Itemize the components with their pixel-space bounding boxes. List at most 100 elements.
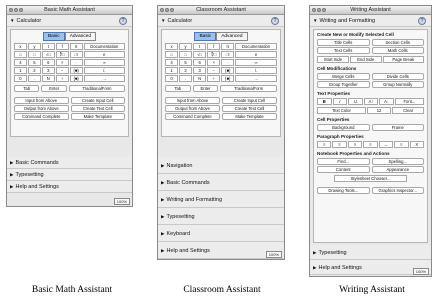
key[interactable]: ∛□ xyxy=(55,51,69,58)
key[interactable]: × xyxy=(55,59,69,66)
zoom-indicator[interactable]: 100% xyxy=(265,251,282,258)
tab-advanced[interactable]: Advanced xyxy=(216,32,248,41)
section-calculator[interactable]: ▼ Calculator ? xyxy=(158,15,284,27)
key[interactable]: − xyxy=(207,67,221,74)
spelling-button[interactable]: Spelling... xyxy=(371,158,424,165)
tab-advanced[interactable]: Advanced xyxy=(64,32,97,41)
create-input-cell-button[interactable]: Create Input Cell xyxy=(70,97,125,104)
key[interactable]: → xyxy=(235,75,277,82)
key[interactable]: 5 xyxy=(179,59,193,66)
key[interactable]: 2 xyxy=(179,67,193,74)
bold-button[interactable]: B xyxy=(317,98,332,105)
end-side-button[interactable]: End Side xyxy=(349,56,382,63)
key[interactable]: f xyxy=(207,43,221,50)
window-controls[interactable] xyxy=(9,8,23,12)
key[interactable]: 2 xyxy=(27,67,41,74)
tab-basic[interactable]: Basic xyxy=(194,32,217,41)
title-bar[interactable]: Basic Math Assistant xyxy=(7,6,132,15)
decrease-font-button[interactable]: A↓ xyxy=(379,98,394,105)
find-button[interactable]: Find... xyxy=(317,158,370,165)
command-complete-button[interactable]: Command Complete xyxy=(14,113,69,120)
key[interactable]: 4 xyxy=(14,59,27,66)
help-icon[interactable]: ? xyxy=(418,17,426,25)
documentation-button[interactable]: Documentation xyxy=(235,43,277,50)
font-size-menu[interactable]: 12 xyxy=(366,107,392,114)
appearance-menu[interactable]: Appearance xyxy=(371,166,424,173)
help-icon[interactable]: ? xyxy=(119,17,127,25)
key[interactable]: □ xyxy=(179,51,193,58)
key[interactable]: □ xyxy=(14,51,27,58)
font-button[interactable]: Font... xyxy=(394,98,424,105)
key[interactable]: . xyxy=(27,75,41,82)
key[interactable]: 0 xyxy=(165,75,179,82)
key[interactable]: /. xyxy=(83,67,125,74)
key[interactable]: 3 xyxy=(41,67,55,74)
enter-key-button[interactable]: Enter xyxy=(41,85,67,92)
traditionalform-button[interactable]: TraditionalForm xyxy=(68,85,125,92)
key[interactable]: (■) xyxy=(221,67,235,74)
spacing-button[interactable]: ↔ xyxy=(378,141,394,148)
key[interactable]: 0 xyxy=(14,75,27,82)
command-complete-button[interactable]: Command Complete xyxy=(165,113,220,120)
create-input-cell-button[interactable]: Create Input Cell xyxy=(222,97,277,104)
key[interactable]: ÷ xyxy=(207,75,221,82)
input-from-above-button[interactable]: Input from Above xyxy=(165,97,220,104)
tab-key-button[interactable]: Tab xyxy=(14,85,40,92)
section-writing-and-formatting[interactable]: ▼ Writing and Formatting ? xyxy=(310,15,431,27)
group-normally-button[interactable]: Group Normally xyxy=(371,81,424,88)
key[interactable]: □ xyxy=(165,51,179,58)
section-typesetting[interactable]: ▶ Typesetting xyxy=(158,208,284,225)
graphics-inspector-button[interactable]: Graphics Inspector... xyxy=(371,187,424,194)
key[interactable]: → xyxy=(83,75,125,82)
key[interactable]: ∞ xyxy=(83,59,125,66)
text-color-menu[interactable]: Text Color xyxy=(317,107,366,114)
create-text-cell-button[interactable]: Create Text Cell xyxy=(70,105,125,112)
key[interactable]: t xyxy=(193,43,207,50)
tab-key-button[interactable]: Tab xyxy=(165,85,191,92)
key[interactable]: 1 xyxy=(14,67,27,74)
indent-button[interactable]: ≡ xyxy=(394,141,409,148)
key[interactable]: 6 xyxy=(193,59,207,66)
key[interactable]: y xyxy=(179,43,193,50)
math-cells-menu[interactable]: Math Cells xyxy=(371,47,424,54)
create-text-cell-button[interactable]: Create Text Cell xyxy=(222,105,277,112)
key[interactable]: − xyxy=(55,67,69,74)
section-navigation[interactable]: ▶ Navigation xyxy=(158,157,284,174)
key[interactable]: {■} xyxy=(69,75,83,82)
key[interactable]: 5 xyxy=(27,59,41,66)
section-cells-menu[interactable]: Section Cells xyxy=(371,39,424,46)
zoom-indicator[interactable]: 100% xyxy=(113,198,130,205)
align-right-button[interactable]: ≡ xyxy=(347,141,363,148)
section-basic-commands[interactable]: ▶ Basic Commands xyxy=(7,157,132,169)
key[interactable]: {■} xyxy=(221,75,235,82)
key[interactable]: y xyxy=(27,43,41,50)
section-keyboard[interactable]: ▶ Keyboard xyxy=(158,225,284,242)
key[interactable]: N xyxy=(193,75,207,82)
group-together-button[interactable]: Group Together xyxy=(317,81,370,88)
make-template-button[interactable]: Make Template xyxy=(70,113,125,120)
key[interactable]: □! xyxy=(221,51,235,58)
section-writing-and-formatting[interactable]: ▶ Writing and Formatting xyxy=(158,191,284,208)
make-template-button[interactable]: Make Template xyxy=(222,113,277,120)
content-menu[interactable]: Content xyxy=(317,166,370,173)
key[interactable]: × xyxy=(207,59,221,66)
output-from-above-button[interactable]: Output from Above xyxy=(165,105,220,112)
key[interactable]: . xyxy=(179,75,193,82)
key[interactable]: /. xyxy=(235,67,277,74)
key[interactable]: π xyxy=(221,43,235,50)
key[interactable]: ∛□ xyxy=(207,51,221,58)
title-bar[interactable]: Classroom Assistant xyxy=(158,6,284,15)
key[interactable]: □ xyxy=(27,51,41,58)
key[interactable]: 1 xyxy=(165,67,179,74)
key[interactable]: □! xyxy=(69,51,83,58)
title-cells-menu[interactable]: Title Cells xyxy=(317,39,370,46)
clear-button[interactable]: Clear xyxy=(392,107,424,114)
traditionalform-button[interactable]: TraditionalForm xyxy=(220,85,277,92)
key[interactable]: 6 xyxy=(41,59,55,66)
zoom-indicator[interactable]: 100% xyxy=(412,268,429,275)
window-controls[interactable] xyxy=(160,8,174,12)
justify-button[interactable]: ≡ xyxy=(363,141,378,148)
key[interactable]: e xyxy=(83,51,125,58)
merge-cells-button[interactable]: Merge Cells xyxy=(317,73,370,80)
key[interactable]: (■) xyxy=(69,67,83,74)
